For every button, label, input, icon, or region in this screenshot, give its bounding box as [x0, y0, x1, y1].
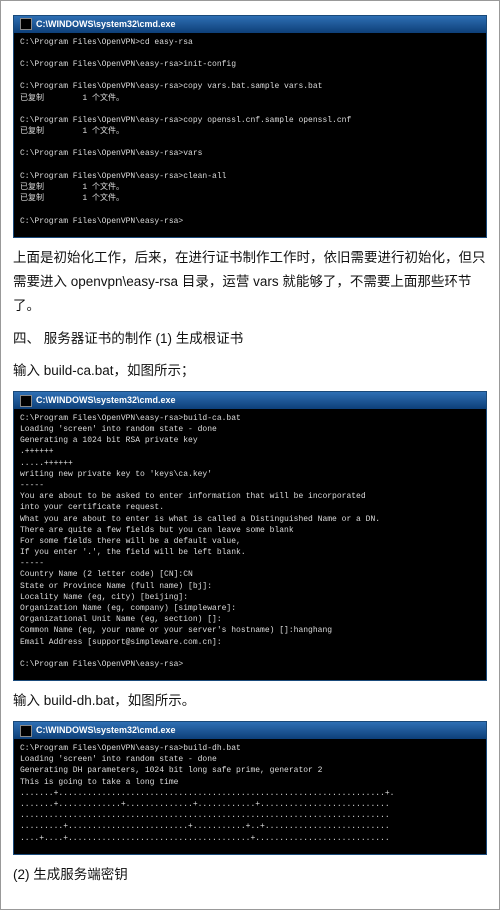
terminal-init-config: C:\WINDOWS\system32\cmd.exe C:\Program F…	[13, 15, 487, 238]
terminal-titlebar: C:\WINDOWS\system32\cmd.exe	[14, 722, 486, 739]
cmd-icon	[20, 395, 32, 407]
terminal-build-ca: C:\WINDOWS\system32\cmd.exe C:\Program F…	[13, 391, 487, 681]
paragraph-build-dh-instruction: 输入 build-dh.bat，如图所示。	[13, 689, 487, 713]
paragraph-server-key-heading: (2) 生成服务端密钥	[13, 863, 487, 887]
terminal-body: C:\Program Files\OpenVPN\easy-rsa>build-…	[14, 739, 486, 854]
document-page: C:\WINDOWS\system32\cmd.exe C:\Program F…	[0, 0, 500, 910]
cmd-icon	[20, 18, 32, 30]
cmd-icon	[20, 725, 32, 737]
terminal-title: C:\WINDOWS\system32\cmd.exe	[36, 394, 176, 407]
paragraph-build-ca-instruction: 输入 build-ca.bat，如图所示；	[13, 359, 487, 383]
paragraph-section-4-heading: 四、 服务器证书的制作 (1) 生成根证书	[13, 327, 487, 351]
terminal-body: C:\Program Files\OpenVPN>cd easy-rsa C:\…	[14, 33, 486, 237]
terminal-title: C:\WINDOWS\system32\cmd.exe	[36, 724, 176, 737]
terminal-titlebar: C:\WINDOWS\system32\cmd.exe	[14, 16, 486, 33]
paragraph-init-summary: 上面是初始化工作，后来，在进行证书制作工作时，依旧需要进行初始化，但只需要进入 …	[13, 246, 487, 319]
terminal-titlebar: C:\WINDOWS\system32\cmd.exe	[14, 392, 486, 409]
terminal-body: C:\Program Files\OpenVPN\easy-rsa>build-…	[14, 409, 486, 680]
terminal-title: C:\WINDOWS\system32\cmd.exe	[36, 18, 176, 31]
terminal-build-dh: C:\WINDOWS\system32\cmd.exe C:\Program F…	[13, 721, 487, 854]
